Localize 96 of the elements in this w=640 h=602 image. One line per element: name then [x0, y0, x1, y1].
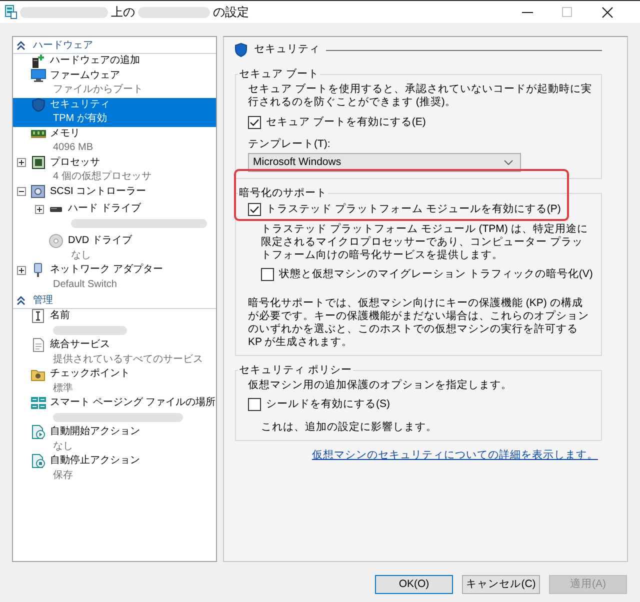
shield-icon	[235, 43, 247, 57]
disc-icon	[49, 234, 63, 248]
checkbox-label[interactable]: トラステッド プラットフォーム モジュールを有効にする(P)	[266, 202, 561, 216]
tree-item[interactable]: チェックポイント 標準	[13, 367, 216, 396]
shield-icon	[32, 98, 44, 112]
field-label: テンプレート(T):	[248, 138, 332, 152]
item-subtitle: TPM が有効	[53, 112, 108, 126]
text-cursor-icon	[32, 309, 44, 324]
tree-item[interactable]: メモリ 4096 MB	[13, 126, 216, 156]
dialog-button[interactable]: キャンセル(C)	[462, 575, 540, 594]
dialog-button[interactable]: OK(O)	[375, 575, 453, 594]
item-subtitle: ファイルからブート	[53, 83, 143, 97]
description-text: トラステッド プラットフォーム モジュール (TPM) は、特定用途に限定されるマイクロプロセッサーであり、コンピューター プラットフォーム向けの暗号化サービスを提供します。	[261, 222, 589, 262]
section-heading: セキュリティ	[254, 42, 320, 58]
checkbox[interactable]	[261, 268, 274, 281]
tree-item[interactable]: セキュリティ TPM が有効	[13, 98, 216, 126]
plus-box-icon[interactable]	[17, 158, 26, 168]
tree-item[interactable]: ハードウェアの追加	[13, 54, 216, 68]
item-label: 統合サービス	[50, 338, 111, 352]
caret-icon	[504, 160, 513, 166]
item-label: メモリ	[50, 126, 81, 140]
stop-document-icon	[32, 454, 44, 468]
check-icon	[250, 118, 259, 126]
item-label: 自動開始アクション	[50, 425, 140, 439]
item-label: ネットワーク アダプター	[50, 263, 163, 277]
chip-icon	[32, 156, 44, 170]
tree-item[interactable]: スマート ページング ファイルの場所	[13, 396, 216, 425]
folder-icon	[31, 368, 45, 381]
item-label: ハード ドライブ	[68, 202, 142, 216]
checkbox-label[interactable]: セキュア ブートを有効にする(E)	[266, 116, 426, 128]
description-text: 暗号化サポートでは、仮想マシン向けにキーの保護機能 (KP) の構成が必要です。キーの保護機能がまだない場合は、これらのオプションのいずれかを選ぶと、このホストでの仮想マシンの実行を許可する KP が生成されます。	[248, 296, 590, 349]
blurred-block	[138, 6, 210, 18]
item-label: SCSI コントローラー	[50, 184, 146, 198]
close-icon	[602, 6, 612, 18]
window-title: の設定	[213, 4, 249, 21]
item-label: セキュリティ	[50, 98, 110, 112]
minus-box-icon[interactable]	[17, 187, 26, 196]
tree-item[interactable]: 自動停止アクション 保存	[13, 454, 216, 483]
item-subtitle: 保存	[53, 468, 74, 482]
item-subtitle: 提供されているすべてのサービス	[53, 352, 203, 366]
maximize-icon	[562, 7, 572, 17]
computer-add-icon	[32, 54, 44, 68]
tiles-icon	[30, 397, 46, 410]
group-title: 暗号化のサポート	[238, 187, 328, 200]
description-text: これは、追加の設定に影響します。	[261, 421, 438, 434]
item-subtitle: なし	[71, 248, 92, 262]
checkbox[interactable]	[248, 116, 261, 128]
item-subtitle: Default Switch	[53, 278, 118, 292]
checkbox-label[interactable]: シールドを有効にする(S)	[266, 398, 390, 412]
checkbox-label[interactable]: 状態と仮想マシンのマイグレーション トラフィックの暗号化(V)	[279, 268, 593, 281]
plug-icon	[34, 263, 42, 278]
item-label: DVD ドライブ	[68, 234, 132, 248]
item-subtitle: 4 個の仮想プロセッサ	[53, 170, 152, 184]
tree-item[interactable]: 自動開始アクション なし	[13, 425, 216, 454]
item-label: プロセッサ	[50, 156, 101, 170]
item-label: 名前	[50, 309, 71, 323]
hard-drive-icon	[50, 206, 62, 212]
tree-item[interactable]: 統合サービス 提供されているすべてのサービス	[13, 338, 216, 367]
group-title: セキュア ブート	[238, 68, 320, 81]
tree-item[interactable]: DVD ドライブ なし	[13, 234, 216, 263]
group-title: セキュリティ ポリシー	[238, 364, 353, 377]
check-icon	[250, 206, 259, 213]
description-text: セキュア ブートを使用すると、承認されていないコードが起動時に実行されるのを防ぐことができます (推奨)。	[248, 83, 593, 109]
checkbox[interactable]	[248, 202, 261, 216]
monitor-icon	[30, 69, 46, 82]
item-label: チェックポイント	[50, 367, 130, 381]
item-label: スマート ページング ファイルの場所	[50, 396, 216, 410]
play-document-icon	[32, 425, 44, 440]
tree-item[interactable]: SCSI コントローラー	[13, 184, 216, 199]
tree-item[interactable]: ハード ドライブ	[13, 202, 216, 231]
item-subtitle: なし	[53, 440, 74, 454]
details-link[interactable]: 仮想マシンのセキュリティについての詳細を表示します。	[312, 448, 598, 464]
plus-box-icon[interactable]	[35, 204, 44, 214]
item-subtitle: 標準	[53, 382, 74, 396]
window-title: 上の	[111, 4, 135, 21]
chevrons-up-icon[interactable]	[17, 40, 25, 50]
section-header[interactable]: ハードウェア	[13, 37, 216, 54]
checkbox[interactable]	[248, 398, 261, 412]
tree-item[interactable]: ネットワーク アダプター Default Switch	[13, 263, 216, 292]
section-title: 管理	[33, 294, 53, 308]
tree-item[interactable]: ファームウェア ファイルからブート	[13, 68, 216, 98]
item-subtitle: 4096 MB	[53, 141, 94, 155]
item-label: 自動停止アクション	[50, 454, 140, 468]
section-title: ハードウェア	[33, 38, 93, 52]
document-icon	[32, 338, 44, 352]
memory-module-icon	[30, 130, 46, 138]
item-label: ファームウェア	[50, 68, 121, 82]
section-header[interactable]: 管理	[13, 292, 216, 309]
tree-item[interactable]: プロセッサ 4 個の仮想プロセッサ	[13, 156, 216, 184]
app-icon	[5, 5, 17, 19]
controller-card-icon	[31, 185, 45, 198]
item-label: ハードウェアの追加	[50, 54, 140, 68]
chevrons-up-icon[interactable]	[17, 296, 25, 304]
plus-box-icon[interactable]	[17, 266, 26, 275]
tree-item[interactable]: 名前	[13, 309, 216, 338]
description-text: 仮想マシン用の追加保護のオプションを指定します。	[248, 378, 513, 392]
